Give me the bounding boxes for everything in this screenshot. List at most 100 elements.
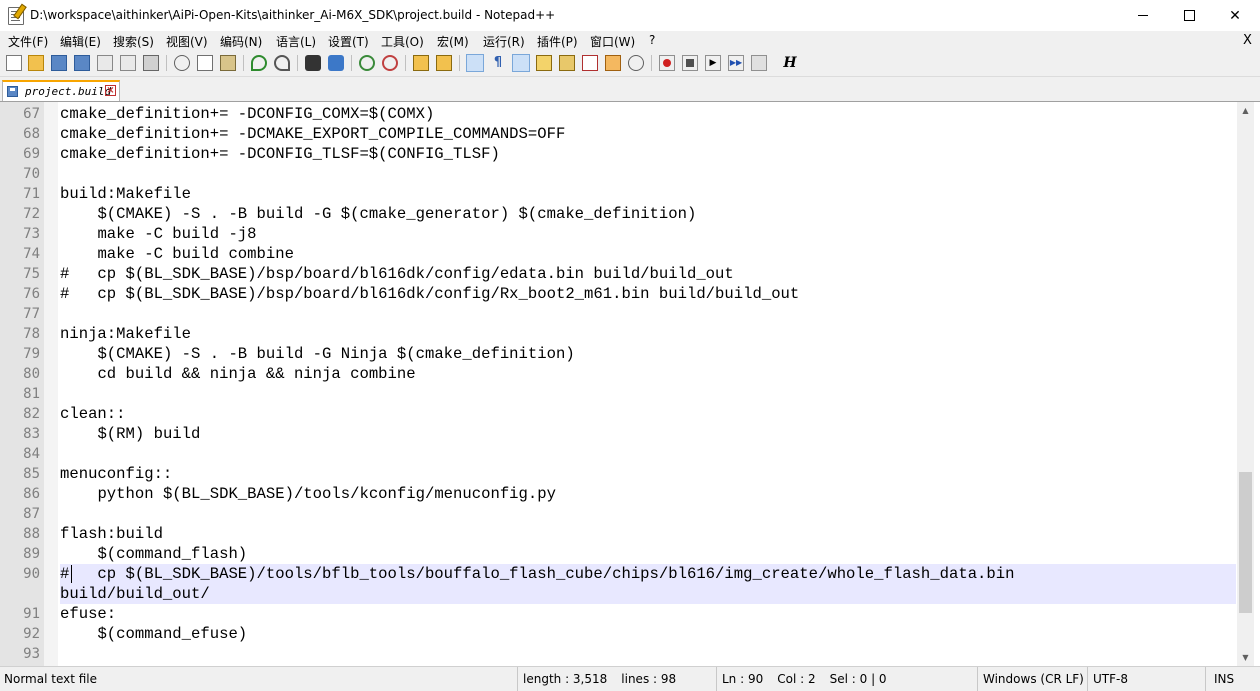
tab-close-icon[interactable]: × xyxy=(105,85,116,96)
line-text[interactable]: cd build && ninja && ninja combine xyxy=(60,364,1236,384)
monitoring-icon[interactable] xyxy=(605,55,621,71)
zoom-out-icon[interactable] xyxy=(382,55,398,71)
copy-icon[interactable] xyxy=(197,55,213,71)
menu-window[interactable]: 窗口(W) xyxy=(590,33,635,50)
line-text[interactable]: menuconfig:: xyxy=(60,464,1236,484)
code-line[interactable]: 87 xyxy=(0,504,1237,524)
close-all-icon[interactable] xyxy=(120,55,136,71)
code-line[interactable]: 90 # cp $(BL_SDK_BASE)/tools/bflb_tools/b… xyxy=(0,564,1237,604)
tab-project-build[interactable]: project.build × xyxy=(2,80,120,101)
menu-tools[interactable]: 工具(O) xyxy=(381,33,424,50)
code-line[interactable]: 80 cd build && ninja && ninja combine xyxy=(0,364,1237,384)
menu-search[interactable]: 搜索(S) xyxy=(113,33,154,50)
line-text[interactable]: cmake_definition+= -DCONFIG_COMX=$(COMX) xyxy=(60,104,1236,124)
scroll-up-icon[interactable]: ▲ xyxy=(1237,102,1254,119)
line-text[interactable]: python $(BL_SDK_BASE)/tools/kconfig/menu… xyxy=(60,484,1236,504)
menu-encoding[interactable]: 编码(N) xyxy=(220,33,262,50)
menu-run[interactable]: 运行(R) xyxy=(483,33,525,50)
code-line[interactable]: 84 xyxy=(0,444,1237,464)
line-text[interactable]: efuse: xyxy=(60,604,1236,624)
print-icon[interactable] xyxy=(143,55,159,71)
code-line[interactable]: 82 clean:: xyxy=(0,404,1237,424)
code-line[interactable]: 67 cmake_definition+= -DCONFIG_COMX=$(COM… xyxy=(0,104,1237,124)
code-line[interactable]: 68 cmake_definition+= -DCMAKE_EXPORT_COMP… xyxy=(0,124,1237,144)
code-area[interactable]: 67 cmake_definition+= -DCONFIG_COMX=$(COM… xyxy=(0,104,1237,664)
code-line[interactable]: 93 xyxy=(0,644,1237,664)
code-line[interactable]: 74 make -C build combine xyxy=(0,244,1237,264)
menu-view[interactable]: 视图(V) xyxy=(166,33,208,50)
undo-icon[interactable] xyxy=(251,55,267,71)
menu-edit[interactable]: 编辑(E) xyxy=(60,33,101,50)
code-line[interactable]: 73 make -C build -j8 xyxy=(0,224,1237,244)
folder-workspace-icon[interactable] xyxy=(582,55,598,71)
open-file-icon[interactable] xyxy=(28,55,44,71)
line-text[interactable]: clean:: xyxy=(60,404,1236,424)
close-button[interactable]: ✕ xyxy=(1212,0,1258,31)
vertical-scrollbar[interactable]: ▲ ▼ xyxy=(1237,102,1254,666)
stop-macro-icon[interactable] xyxy=(682,55,698,71)
line-text[interactable]: make -C build -j8 xyxy=(60,224,1236,244)
menu-help[interactable]: ? xyxy=(649,33,655,47)
line-text[interactable]: $(CMAKE) -S . -B build -G Ninja $(cmake_… xyxy=(60,344,1236,364)
menu-settings[interactable]: 设置(T) xyxy=(328,33,369,50)
line-text[interactable]: $(RM) build xyxy=(60,424,1236,444)
menu-language[interactable]: 语言(L) xyxy=(276,33,316,50)
close-document-button[interactable]: X xyxy=(1243,33,1252,48)
code-line[interactable]: 77 xyxy=(0,304,1237,324)
show-all-chars-icon[interactable]: ¶ xyxy=(490,55,506,71)
doc-map-icon[interactable] xyxy=(536,55,552,71)
code-line[interactable]: 85 menuconfig:: xyxy=(0,464,1237,484)
code-line[interactable]: 81 xyxy=(0,384,1237,404)
editor[interactable]: 67 cmake_definition+= -DCONFIG_COMX=$(COM… xyxy=(0,101,1260,666)
line-text[interactable]: # cp $(BL_SDK_BASE)/tools/bflb_tools/bou… xyxy=(60,564,1236,604)
zoom-in-icon[interactable] xyxy=(359,55,375,71)
code-line[interactable]: 89 $(command_flash) xyxy=(0,544,1237,564)
code-line[interactable]: 76 # cp $(BL_SDK_BASE)/bsp/board/bl616dk/… xyxy=(0,284,1237,304)
line-text[interactable]: cmake_definition+= -DCONFIG_TLSF=$(CONFI… xyxy=(60,144,1236,164)
redo-icon[interactable] xyxy=(274,55,290,71)
paste-icon[interactable] xyxy=(220,55,236,71)
run-macro-multiple-icon[interactable]: ▶▶ xyxy=(728,55,744,71)
sync-vertical-icon[interactable] xyxy=(413,55,429,71)
line-text[interactable]: $(command_efuse) xyxy=(60,624,1236,644)
line-text[interactable]: $(command_flash) xyxy=(60,544,1236,564)
line-text[interactable]: cmake_definition+= -DCMAKE_EXPORT_COMPIL… xyxy=(60,124,1236,144)
code-line[interactable]: 71 build:Makefile xyxy=(0,184,1237,204)
maximize-button[interactable] xyxy=(1166,0,1212,31)
scroll-down-icon[interactable]: ▼ xyxy=(1237,649,1254,666)
indent-guide-icon[interactable] xyxy=(512,54,530,72)
menu-file[interactable]: 文件(F) xyxy=(8,33,48,50)
eye-icon[interactable] xyxy=(628,55,644,71)
line-text[interactable]: ninja:Makefile xyxy=(60,324,1236,344)
code-line[interactable]: 92 $(command_efuse) xyxy=(0,624,1237,644)
close-icon[interactable] xyxy=(97,55,113,71)
code-line[interactable]: 70 xyxy=(0,164,1237,184)
code-line[interactable]: 72 $(CMAKE) -S . -B build -G $(cmake_gen… xyxy=(0,204,1237,224)
line-text[interactable]: make -C build combine xyxy=(60,244,1236,264)
code-line[interactable]: 69 cmake_definition+= -DCONFIG_TLSF=$(CON… xyxy=(0,144,1237,164)
code-line[interactable]: 83 $(RM) build xyxy=(0,424,1237,444)
replace-icon[interactable] xyxy=(328,55,344,71)
line-text[interactable]: flash:build xyxy=(60,524,1236,544)
record-macro-icon[interactable] xyxy=(659,55,675,71)
line-text[interactable]: # cp $(BL_SDK_BASE)/bsp/board/bl616dk/co… xyxy=(60,264,1236,284)
code-line[interactable]: 91 efuse: xyxy=(0,604,1237,624)
code-line[interactable]: 78 ninja:Makefile xyxy=(0,324,1237,344)
scrollbar-thumb[interactable] xyxy=(1239,472,1252,613)
new-file-icon[interactable] xyxy=(6,55,22,71)
code-line[interactable]: 79 $(CMAKE) -S . -B build -G Ninja $(cma… xyxy=(0,344,1237,364)
minimize-button[interactable] xyxy=(1120,0,1166,31)
code-line[interactable]: 86 python $(BL_SDK_BASE)/tools/kconfig/m… xyxy=(0,484,1237,504)
line-text[interactable]: $(CMAKE) -S . -B build -G $(cmake_genera… xyxy=(60,204,1236,224)
code-line[interactable]: 75 # cp $(BL_SDK_BASE)/bsp/board/bl616dk/… xyxy=(0,264,1237,284)
menu-macro[interactable]: 宏(M) xyxy=(437,33,469,50)
menu-plugins[interactable]: 插件(P) xyxy=(537,33,578,50)
save-macro-icon[interactable] xyxy=(751,55,767,71)
cut-icon[interactable] xyxy=(174,55,190,71)
hex-icon[interactable]: H xyxy=(782,55,798,71)
word-wrap-icon[interactable] xyxy=(466,54,484,72)
line-text[interactable]: # cp $(BL_SDK_BASE)/bsp/board/bl616dk/co… xyxy=(60,284,1236,304)
line-text[interactable]: build:Makefile xyxy=(60,184,1236,204)
function-list-icon[interactable] xyxy=(559,55,575,71)
save-icon[interactable] xyxy=(51,55,67,71)
